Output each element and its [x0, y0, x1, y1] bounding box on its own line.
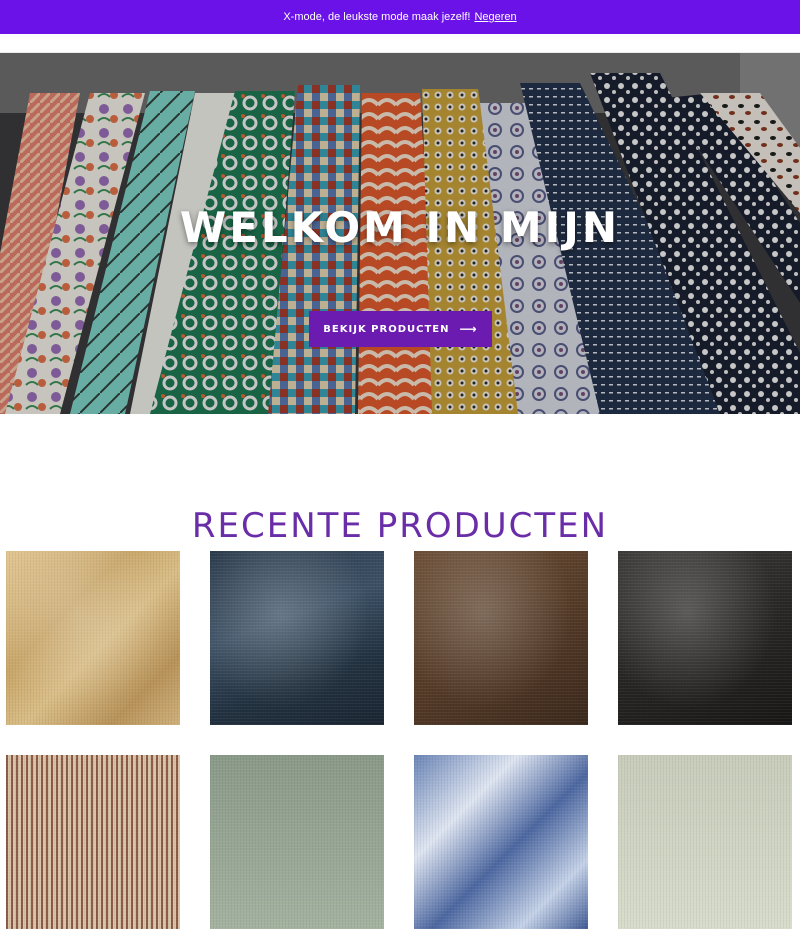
product-card-check-fabric[interactable]	[6, 755, 180, 929]
product-card-sage-fabric[interactable]	[618, 755, 792, 929]
arrow-right-icon: ⟶	[459, 322, 478, 336]
site-header	[0, 34, 800, 53]
dismiss-link[interactable]: Negeren	[474, 11, 516, 23]
recent-products-title: RECENTE PRODUCTEN	[191, 506, 609, 547]
product-card-tie-dye-fabric[interactable]	[414, 755, 588, 929]
product-card-brown-fabric[interactable]	[414, 551, 588, 725]
announcement-bar: X-mode, de leukste mode maak jezelf! Neg…	[0, 0, 800, 34]
product-card-green-fabric[interactable]	[210, 755, 384, 929]
product-card-navy-fabric[interactable]	[210, 551, 384, 725]
view-products-label: BEKIJK PRODUCTEN	[323, 323, 450, 335]
view-products-button[interactable]: BEKIJK PRODUCTEN ⟶	[309, 311, 492, 347]
product-card-beige-linen[interactable]	[6, 551, 180, 725]
hero-banner: WELKOM IN MIJN BEKIJK PRODUCTEN ⟶	[0, 53, 800, 414]
announcement-text: X-mode, de leukste mode maak jezelf!	[283, 11, 471, 23]
product-card-black-fabric[interactable]	[618, 551, 792, 725]
hero-title: WELKOM IN MIJN	[179, 203, 621, 252]
